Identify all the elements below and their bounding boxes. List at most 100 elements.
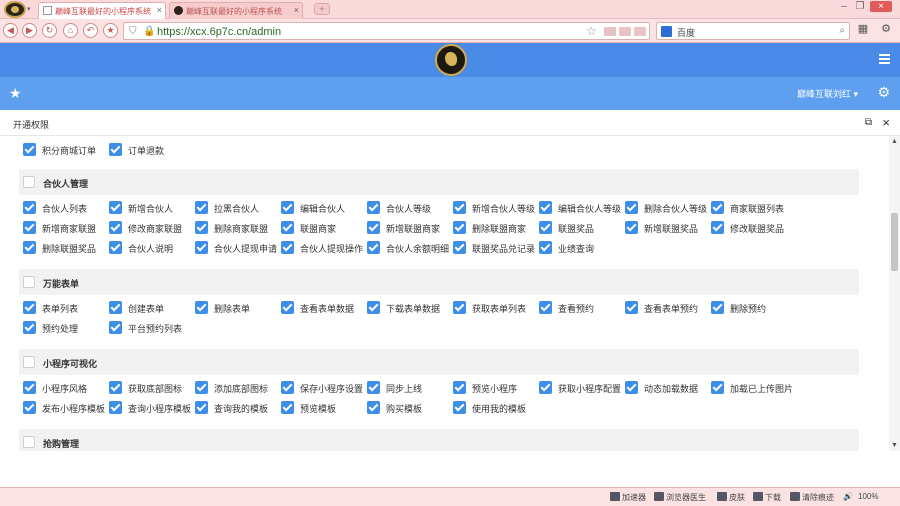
close-tab-icon[interactable]: × <box>294 5 299 15</box>
address-bar[interactable]: ⛉ 🔒 https://xcx.6p7c.cn/admin ☆ <box>123 22 650 40</box>
checkbox-checked-icon[interactable] <box>367 201 380 214</box>
scrollbar-thumb[interactable] <box>891 213 898 271</box>
undo-icon[interactable]: ↶ <box>83 23 98 38</box>
checkbox-checked-icon[interactable] <box>539 301 552 314</box>
translate-icon[interactable] <box>619 27 631 36</box>
checkbox-checked-icon[interactable] <box>453 401 466 414</box>
scroll-up-icon[interactable]: ▲ <box>891 138 898 145</box>
volume-icon[interactable]: 🔊 <box>843 492 853 501</box>
checkbox-checked-icon[interactable] <box>23 241 36 254</box>
section-select-all-checkbox[interactable] <box>23 356 35 368</box>
checkbox-checked-icon[interactable] <box>23 401 36 414</box>
section-select-all-checkbox[interactable] <box>23 436 35 448</box>
download-button[interactable]: 下载 <box>753 492 781 503</box>
window-close-icon[interactable]: × <box>870 1 892 12</box>
clear-traces-button[interactable]: 清除痕迹 <box>790 492 834 503</box>
scroll-down-icon[interactable]: ▼ <box>891 442 898 449</box>
accelerator-button[interactable]: 加速器 <box>610 492 646 503</box>
url-text[interactable]: https://xcx.6p7c.cn/admin <box>157 26 281 38</box>
maximize-icon[interactable]: ⧉ <box>865 117 872 128</box>
checkbox-checked-icon[interactable] <box>539 381 552 394</box>
gear-icon[interactable]: ⚙ <box>877 84 890 101</box>
section-header[interactable]: 合伙人管理 <box>19 169 859 195</box>
checkbox-checked-icon[interactable] <box>625 221 638 234</box>
checkbox-checked-icon[interactable] <box>23 221 36 234</box>
checkbox-checked-icon[interactable] <box>195 301 208 314</box>
browser-tab-active[interactable]: 巅峰互联最好的小程序系统 × <box>38 2 166 19</box>
browser-doctor-button[interactable]: 浏览器医生 <box>654 492 706 503</box>
checkbox-checked-icon[interactable] <box>367 301 380 314</box>
checkbox-checked-icon[interactable] <box>453 301 466 314</box>
checkbox-checked-icon[interactable] <box>23 381 36 394</box>
checkbox-checked-icon[interactable] <box>23 143 36 156</box>
zoom-level[interactable]: 100% <box>858 492 878 501</box>
user-menu[interactable]: 巅峰互联刘红 ▾ <box>797 87 858 100</box>
favorite-add-icon[interactable]: ★ <box>103 23 118 38</box>
checkbox-checked-icon[interactable] <box>367 401 380 414</box>
checkbox-checked-icon[interactable] <box>281 381 294 394</box>
restore-icon[interactable]: ❐ <box>853 1 867 12</box>
checkbox-checked-icon[interactable] <box>711 201 724 214</box>
checkbox-checked-icon[interactable] <box>367 381 380 394</box>
checkbox-checked-icon[interactable] <box>625 301 638 314</box>
close-tab-icon[interactable]: × <box>157 5 162 15</box>
apps-grid-icon[interactable]: ▦ <box>855 22 871 38</box>
checkbox-checked-icon[interactable] <box>281 201 294 214</box>
forward-icon[interactable]: ▶ <box>22 23 37 38</box>
settings-circle-icon[interactable]: ⚙ <box>878 22 894 38</box>
checkbox-checked-icon[interactable] <box>453 221 466 234</box>
checkbox-checked-icon[interactable] <box>711 301 724 314</box>
checkbox-checked-icon[interactable] <box>281 301 294 314</box>
checkbox-checked-icon[interactable] <box>453 381 466 394</box>
qr-icon[interactable] <box>634 27 646 36</box>
browser-logo-icon[interactable] <box>4 1 26 18</box>
checkbox-checked-icon[interactable] <box>281 401 294 414</box>
section-header[interactable]: 万能表单 <box>19 269 859 295</box>
reader-icon[interactable] <box>604 27 616 36</box>
checkbox-checked-icon[interactable] <box>109 321 122 334</box>
checkbox-checked-icon[interactable] <box>195 221 208 234</box>
checkbox-checked-icon[interactable] <box>109 241 122 254</box>
refresh-icon[interactable]: ↻ <box>42 23 57 38</box>
chevron-down-icon[interactable]: ▾ <box>27 5 31 13</box>
checkbox-checked-icon[interactable] <box>539 241 552 254</box>
checkbox-checked-icon[interactable] <box>711 381 724 394</box>
browser-tab[interactable]: 巅峰互联最好的小程序系统 × <box>169 2 303 19</box>
checkbox-checked-icon[interactable] <box>23 301 36 314</box>
checkbox-checked-icon[interactable] <box>195 381 208 394</box>
section-select-all-checkbox[interactable] <box>23 176 35 188</box>
section-header[interactable]: 小程序可视化 <box>19 349 859 375</box>
home-icon[interactable]: ⌂ <box>63 23 78 38</box>
checkbox-checked-icon[interactable] <box>625 201 638 214</box>
checkbox-checked-icon[interactable] <box>367 221 380 234</box>
star-icon[interactable]: ★ <box>9 85 22 102</box>
checkbox-checked-icon[interactable] <box>195 241 208 254</box>
checkbox-checked-icon[interactable] <box>109 401 122 414</box>
search-box[interactable]: 百度 ⌕ <box>656 22 850 40</box>
section-select-all-checkbox[interactable] <box>23 276 35 288</box>
checkbox-checked-icon[interactable] <box>23 321 36 334</box>
checkbox-checked-icon[interactable] <box>109 381 122 394</box>
close-icon[interactable]: × <box>882 115 890 130</box>
search-icon[interactable]: ⌕ <box>839 25 845 36</box>
section-header[interactable]: 抢购管理 <box>19 429 859 451</box>
checkbox-checked-icon[interactable] <box>711 221 724 234</box>
back-icon[interactable]: ◀ <box>3 23 18 38</box>
checkbox-checked-icon[interactable] <box>109 201 122 214</box>
new-tab-button[interactable]: + <box>314 3 330 15</box>
checkbox-checked-icon[interactable] <box>109 143 122 156</box>
checkbox-checked-icon[interactable] <box>625 381 638 394</box>
checkbox-checked-icon[interactable] <box>453 241 466 254</box>
search-engine-icon[interactable] <box>661 26 672 37</box>
checkbox-checked-icon[interactable] <box>367 241 380 254</box>
checkbox-checked-icon[interactable] <box>539 201 552 214</box>
checkbox-checked-icon[interactable] <box>23 201 36 214</box>
hamburger-icon[interactable] <box>879 54 890 66</box>
minimize-icon[interactable]: – <box>837 1 851 12</box>
checkbox-checked-icon[interactable] <box>539 221 552 234</box>
bookmark-star-icon[interactable]: ☆ <box>586 24 597 38</box>
scrollbar[interactable]: ▲ ▼ <box>889 136 900 451</box>
checkbox-checked-icon[interactable] <box>453 201 466 214</box>
checkbox-checked-icon[interactable] <box>195 201 208 214</box>
checkbox-checked-icon[interactable] <box>281 221 294 234</box>
